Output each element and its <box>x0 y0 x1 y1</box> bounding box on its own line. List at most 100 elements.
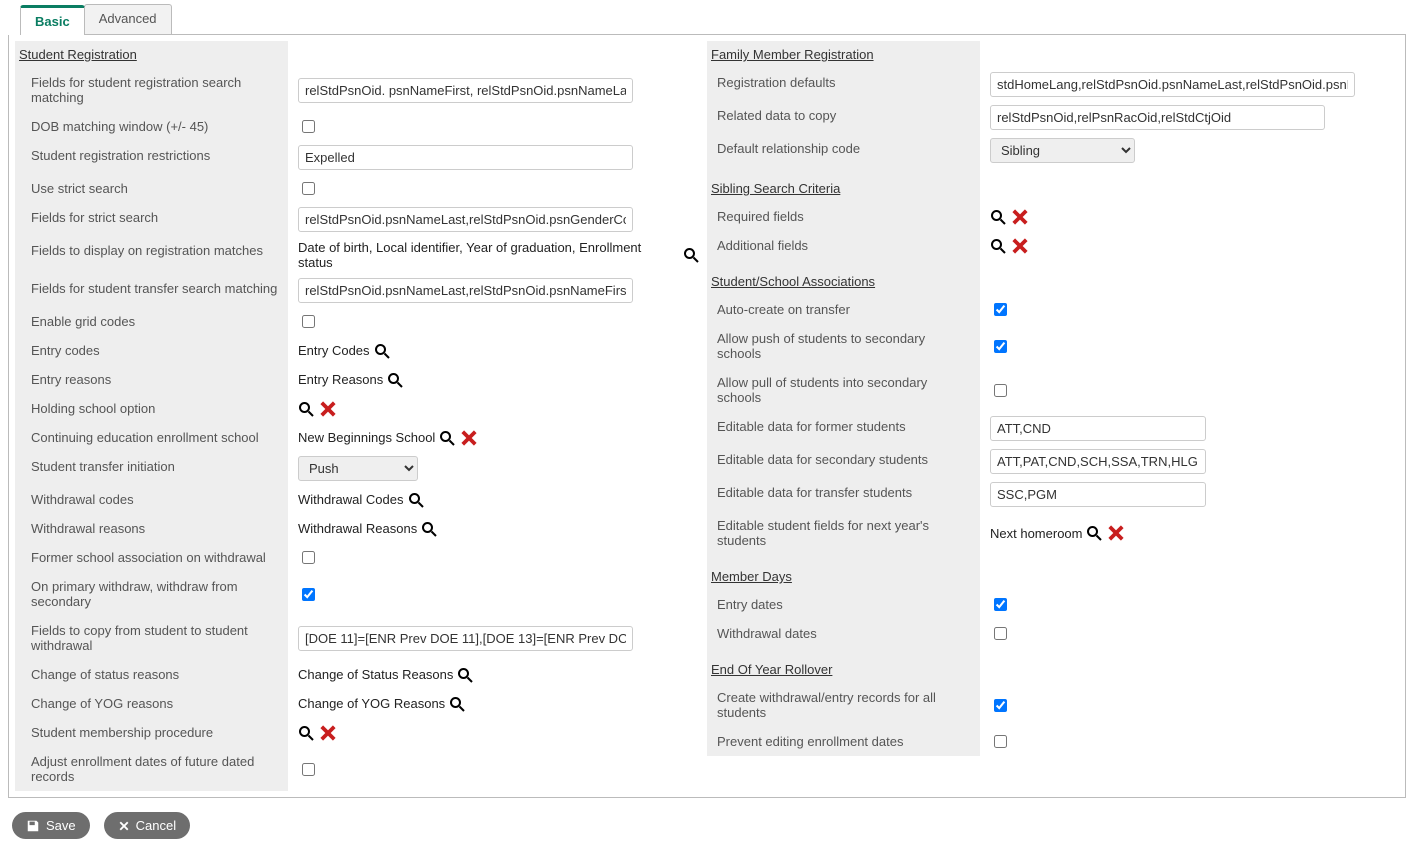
search-icon[interactable] <box>439 430 455 446</box>
input-transfer-matching[interactable] <box>298 278 633 303</box>
checkbox-enable-grid[interactable] <box>302 315 315 328</box>
label-withdrawal-dates: Withdrawal dates <box>707 619 980 648</box>
input-restrictions[interactable] <box>298 145 633 170</box>
label-enable-grid: Enable grid codes <box>15 307 288 336</box>
search-icon[interactable] <box>421 521 437 537</box>
label-additional-fields: Additional fields <box>707 231 980 260</box>
checkbox-prevent-editing[interactable] <box>994 735 1007 748</box>
section-family-member-registration: Family Member Registration <box>707 41 980 68</box>
label-reg-defaults: Registration defaults <box>707 68 980 101</box>
search-icon[interactable] <box>990 209 1006 225</box>
section-member-days: Member Days <box>707 555 980 590</box>
label-strict-fields: Fields for strict search <box>15 203 288 236</box>
cancel-button-label: Cancel <box>136 818 176 833</box>
label-create-wd-entry: Create withdrawal/entry records for all … <box>707 683 980 727</box>
text-change-yog: Change of YOG Reasons <box>298 696 445 711</box>
label-withdrawal-codes: Withdrawal codes <box>15 485 288 514</box>
input-reg-defaults[interactable] <box>990 72 1355 97</box>
cancel-button[interactable]: Cancel <box>104 812 190 839</box>
label-transfer-init: Student transfer initiation <box>15 452 288 485</box>
input-copy-fields-wd[interactable] <box>298 626 633 651</box>
checkbox-former-school-wd[interactable] <box>302 551 315 564</box>
search-icon[interactable] <box>683 247 699 263</box>
label-editable-transfer: Editable data for transfer students <box>707 478 980 511</box>
label-dob-window: DOB matching window (+/- 45) <box>15 112 288 141</box>
label-fields-search-matching: Fields for student registration search m… <box>15 68 288 112</box>
text-editable-nextyear: Next homeroom <box>990 526 1082 541</box>
label-default-rel: Default relationship code <box>707 134 980 167</box>
clear-icon[interactable] <box>318 723 338 743</box>
checkbox-create-wd-entry[interactable] <box>994 699 1007 712</box>
tab-basic[interactable]: Basic <box>20 5 85 35</box>
close-icon <box>118 820 130 832</box>
label-editable-former: Editable data for former students <box>707 412 980 445</box>
search-icon[interactable] <box>990 238 1006 254</box>
search-icon[interactable] <box>298 725 314 741</box>
label-auto-create: Auto-create on transfer <box>707 295 980 324</box>
label-editable-secondary: Editable data for secondary students <box>707 445 980 478</box>
section-student-school-assoc: Student/School Associations <box>707 260 980 295</box>
label-former-school-wd: Former school association on withdrawal <box>15 543 288 572</box>
label-primary-withdraw: On primary withdraw, withdraw from secon… <box>15 572 288 616</box>
clear-icon[interactable] <box>459 428 479 448</box>
save-icon <box>26 819 40 833</box>
checkbox-entry-dates[interactable] <box>994 598 1007 611</box>
input-editable-transfer[interactable] <box>990 482 1206 507</box>
label-entry-reasons: Entry reasons <box>15 365 288 394</box>
text-withdrawal-reasons: Withdrawal Reasons <box>298 521 417 536</box>
search-icon[interactable] <box>1086 525 1102 541</box>
input-related-copy[interactable] <box>990 105 1325 130</box>
checkbox-adjust-future-dates[interactable] <box>302 763 315 776</box>
label-transfer-matching: Fields for student transfer search match… <box>15 274 288 307</box>
checkbox-strict-search[interactable] <box>302 182 315 195</box>
section-sibling-search: Sibling Search Criteria <box>707 167 980 202</box>
checkbox-dob-window[interactable] <box>302 120 315 133</box>
label-cont-ed-school: Continuing education enrollment school <box>15 423 288 452</box>
tab-advanced[interactable]: Advanced <box>84 4 172 34</box>
label-adjust-future-dates: Adjust enrollment dates of future dated … <box>15 747 288 791</box>
save-button[interactable]: Save <box>12 812 90 839</box>
label-related-copy: Related data to copy <box>707 101 980 134</box>
search-icon[interactable] <box>374 343 390 359</box>
text-change-status: Change of Status Reasons <box>298 667 453 682</box>
label-entry-dates: Entry dates <box>707 590 980 619</box>
checkbox-auto-create[interactable] <box>994 303 1007 316</box>
text-cont-ed-school: New Beginnings School <box>298 430 435 445</box>
label-withdrawal-reasons: Withdrawal reasons <box>15 514 288 543</box>
clear-icon[interactable] <box>318 399 338 419</box>
label-strict-search: Use strict search <box>15 174 288 203</box>
search-icon[interactable] <box>408 492 424 508</box>
text-entry-codes: Entry Codes <box>298 343 370 358</box>
clear-icon[interactable] <box>1010 236 1030 256</box>
clear-icon[interactable] <box>1010 207 1030 227</box>
input-editable-former[interactable] <box>990 416 1206 441</box>
clear-icon[interactable] <box>1106 523 1126 543</box>
label-editable-nextyear: Editable student fields for next year's … <box>707 511 980 555</box>
input-editable-secondary[interactable] <box>990 449 1206 474</box>
tab-bar: Basic Advanced <box>20 4 1406 35</box>
label-restrictions: Student registration restrictions <box>15 141 288 174</box>
checkbox-allow-push[interactable] <box>994 340 1007 353</box>
search-icon[interactable] <box>449 696 465 712</box>
label-change-yog: Change of YOG reasons <box>15 689 288 718</box>
label-allow-push: Allow push of students to secondary scho… <box>707 324 980 368</box>
search-icon[interactable] <box>298 401 314 417</box>
label-copy-fields-wd: Fields to copy from student to student w… <box>15 616 288 660</box>
text-entry-reasons: Entry Reasons <box>298 372 383 387</box>
label-allow-pull: Allow pull of students into secondary sc… <box>707 368 980 412</box>
checkbox-primary-withdraw[interactable] <box>302 588 315 601</box>
label-change-status: Change of status reasons <box>15 660 288 689</box>
text-display-on-matches: Date of birth, Local identifier, Year of… <box>298 240 679 270</box>
checkbox-allow-pull[interactable] <box>994 384 1007 397</box>
input-fields-search-matching[interactable] <box>298 78 633 103</box>
label-required-fields: Required fields <box>707 202 980 231</box>
search-icon[interactable] <box>457 667 473 683</box>
label-membership-proc: Student membership procedure <box>15 718 288 747</box>
search-icon[interactable] <box>387 372 403 388</box>
label-display-on-matches: Fields to display on registration matche… <box>15 236 288 274</box>
checkbox-withdrawal-dates[interactable] <box>994 627 1007 640</box>
text-withdrawal-codes: Withdrawal Codes <box>298 492 404 507</box>
select-transfer-init[interactable]: Push <box>298 456 418 481</box>
input-strict-fields[interactable] <box>298 207 633 232</box>
select-default-rel[interactable]: Sibling <box>990 138 1135 163</box>
